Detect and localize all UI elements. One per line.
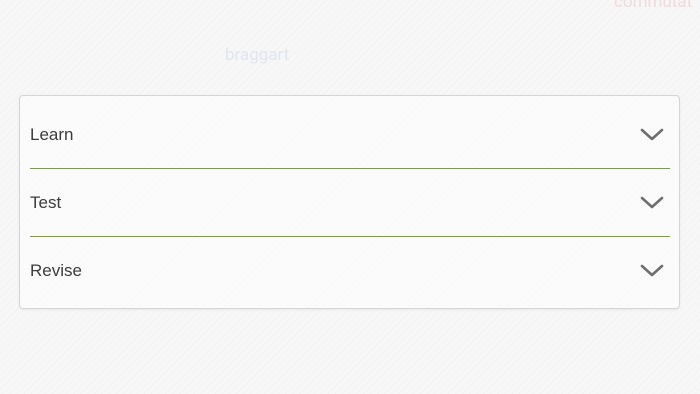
chevron-down-icon[interactable] [640,196,664,210]
accordion-item-label: Learn [30,124,74,144]
accordion-menu: Learn Test Revise [19,95,680,309]
accordion-item-learn[interactable]: Learn [30,101,670,169]
background-word: commutat [614,0,693,12]
accordion-item-revise[interactable]: Revise [30,237,670,305]
accordion-item-label: Revise [30,261,82,280]
chevron-down-icon[interactable] [640,264,664,278]
accordion-item-label: Test [30,192,62,212]
accordion-item-test[interactable]: Test [30,169,670,237]
chevron-down-icon[interactable] [640,128,664,142]
background-word: braggart [225,45,290,65]
